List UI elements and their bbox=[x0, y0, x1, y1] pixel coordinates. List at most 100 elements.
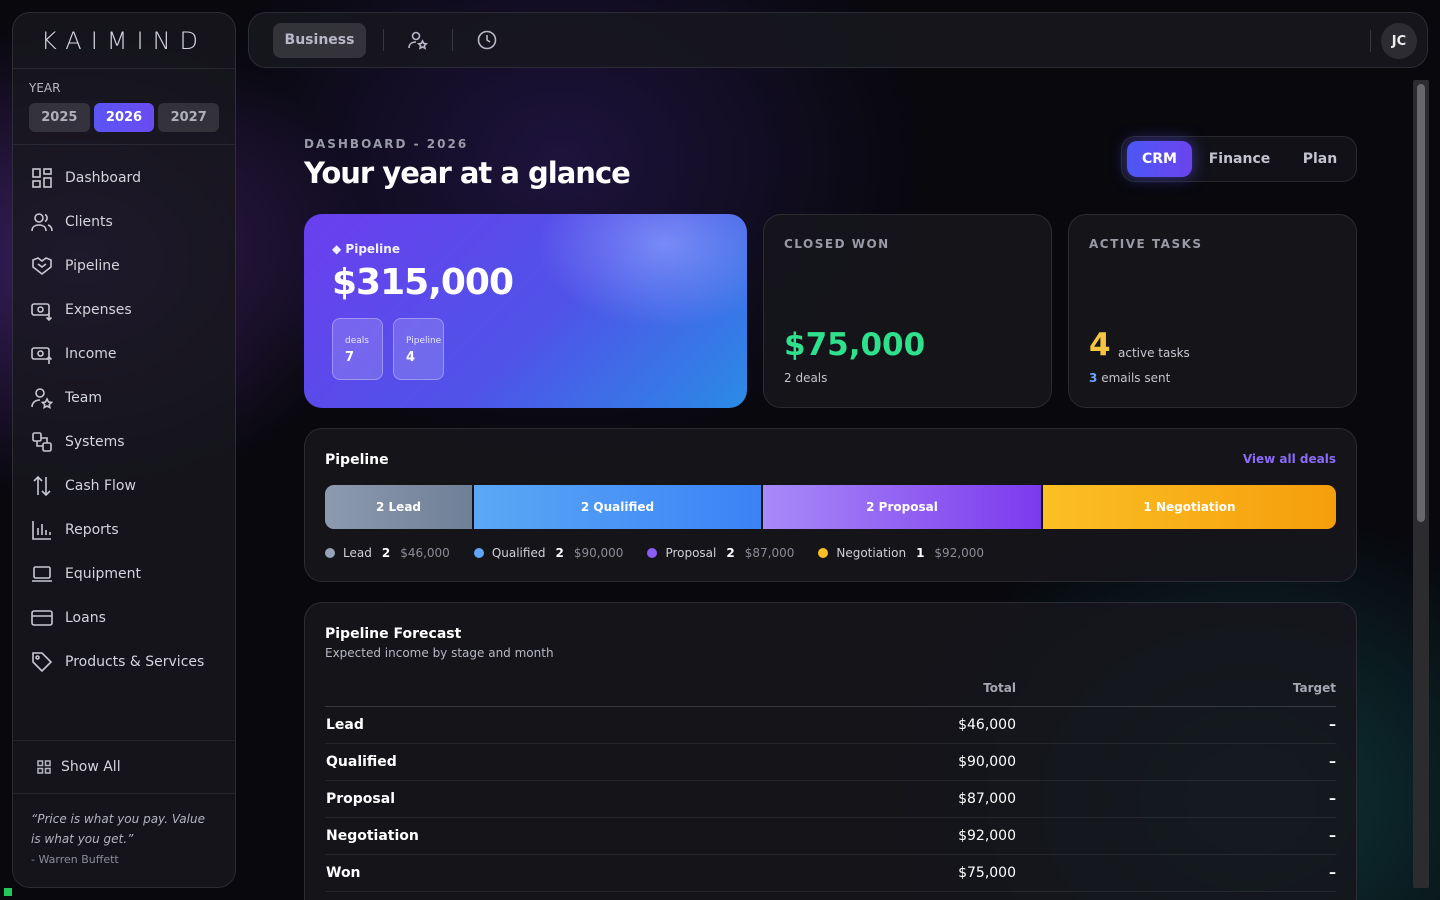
legend-amount: $87,000 bbox=[744, 546, 795, 560]
table-row[interactable]: Proposal $87,000– bbox=[325, 780, 1336, 818]
sidebar-item-team[interactable]: Team bbox=[13, 376, 235, 420]
legend-count: 1 bbox=[916, 546, 925, 560]
grid-icon bbox=[31, 167, 53, 189]
forecast-subtitle: Expected income by stage and month bbox=[325, 646, 554, 660]
column-header-target: Target bbox=[1016, 681, 1336, 707]
view-all-deals-link[interactable]: View all deals bbox=[1243, 452, 1336, 466]
scrollbar[interactable] bbox=[1413, 80, 1429, 888]
pipeline-stat-value: 4 bbox=[406, 350, 416, 365]
tab-plan[interactable]: Plan bbox=[1287, 141, 1353, 177]
sidebar-item-reports[interactable]: Reports bbox=[13, 508, 235, 552]
pipeline-panel: Pipeline View all deals 2 Lead 2 Qualifi… bbox=[304, 428, 1357, 582]
pipeline-card-label: ◆ Pipeline bbox=[332, 242, 400, 256]
sidebar: KAIMIND YEAR 2025 2026 2027 Dashboard Cl… bbox=[12, 12, 236, 888]
active-tasks-card[interactable]: ACTIVE TASKS 4 active tasks 3 emails sen… bbox=[1068, 214, 1357, 408]
cash-in-icon bbox=[31, 343, 53, 365]
stage-bar-proposal[interactable]: 2 Proposal bbox=[763, 485, 1041, 529]
sidebar-item-systems[interactable]: Systems bbox=[13, 420, 235, 464]
row-total: $46,000 bbox=[816, 706, 1016, 744]
sidebar-item-products-services[interactable]: Products & Services bbox=[13, 640, 235, 684]
row-stage: Proposal bbox=[325, 780, 816, 818]
divider bbox=[1370, 30, 1371, 52]
show-all-button[interactable]: Show All bbox=[13, 740, 235, 794]
stage-bar-qualified[interactable]: 2 Qualified bbox=[474, 485, 761, 529]
team-icon bbox=[31, 387, 53, 409]
user-star-icon[interactable] bbox=[401, 23, 435, 57]
row-stage: Lead bbox=[325, 706, 816, 744]
systems-icon bbox=[31, 431, 53, 453]
legend-name: Qualified bbox=[491, 546, 546, 560]
arrows-updown-icon bbox=[31, 475, 53, 497]
year-selector: YEAR 2025 2026 2027 bbox=[13, 69, 235, 145]
page-title: Your year at a glance bbox=[304, 156, 631, 190]
legend-name: Proposal bbox=[665, 546, 717, 560]
pipeline-card-value: $315,000 bbox=[332, 262, 514, 303]
pipeline-stat: Pipeline 4 bbox=[393, 318, 444, 380]
table-row[interactable]: Qualified $90,000– bbox=[325, 743, 1336, 781]
pipeline-forecast-panel: Pipeline Forecast Expected income by sta… bbox=[304, 602, 1357, 900]
emails-sent: 3 emails sent bbox=[1089, 371, 1170, 385]
closed-won-value: $75,000 bbox=[784, 327, 926, 363]
sidebar-item-pipeline[interactable]: Pipeline bbox=[13, 244, 235, 288]
sidebar-item-clients[interactable]: Clients bbox=[13, 200, 235, 244]
view-tabs: CRM Finance Plan bbox=[1121, 136, 1357, 182]
table-row[interactable]: Negotiation $92,000– bbox=[325, 817, 1336, 855]
divider bbox=[452, 29, 453, 51]
brand-name: KAIMIND bbox=[40, 26, 208, 55]
row-total: $92,000 bbox=[816, 817, 1016, 855]
table-row[interactable]: Lead $46,000– bbox=[325, 706, 1336, 744]
row-total: $87,000 bbox=[816, 780, 1016, 818]
credit-card-icon bbox=[31, 607, 53, 629]
row-stage: Qualified bbox=[325, 743, 816, 781]
page-eyebrow: DASHBOARD - 2026 bbox=[304, 137, 469, 151]
closed-won-card[interactable]: CLOSED WON $75,000 2 deals bbox=[763, 214, 1052, 408]
row-target: – bbox=[1016, 706, 1336, 744]
legend-amount: $46,000 bbox=[400, 546, 450, 560]
stage-bar-negotiation[interactable]: 1 Negotiation bbox=[1043, 485, 1336, 529]
emails-label: emails sent bbox=[1101, 371, 1171, 385]
year-2026-button[interactable]: 2026 bbox=[93, 103, 155, 132]
legend-dot bbox=[647, 548, 658, 558]
pipeline-value-card[interactable]: ◆ Pipeline $315,000 deals 7 Pipeline 4 bbox=[304, 214, 747, 408]
business-button[interactable]: Business bbox=[273, 22, 366, 58]
legend-name: Lead bbox=[343, 546, 372, 560]
sidebar-nav: Dashboard Clients Pipeline Expenses Inco… bbox=[13, 145, 235, 684]
stage-bar-lead[interactable]: 2 Lead bbox=[325, 485, 472, 529]
row-stage: Won bbox=[325, 854, 816, 892]
year-label: YEAR bbox=[29, 81, 61, 95]
tab-crm[interactable]: CRM bbox=[1127, 141, 1192, 177]
quote-text: “Price is what you pay. Value is what yo… bbox=[31, 812, 205, 846]
table-header: Total Target bbox=[325, 681, 1336, 707]
table-row[interactable]: Won $75,000– bbox=[325, 854, 1336, 892]
sidebar-item-expenses[interactable]: Expenses bbox=[13, 288, 235, 332]
avatar[interactable]: JC bbox=[1381, 23, 1417, 59]
sidebar-item-label: Clients bbox=[65, 214, 113, 230]
closed-won-deals: 2 deals bbox=[784, 371, 828, 385]
sidebar-item-equipment[interactable]: Equipment bbox=[13, 552, 235, 596]
tag-icon bbox=[31, 651, 53, 673]
deals-stat-label: deals bbox=[345, 336, 369, 346]
sidebar-item-income[interactable]: Income bbox=[13, 332, 235, 376]
sidebar-item-cash-flow[interactable]: Cash Flow bbox=[13, 464, 235, 508]
scrollbar-thumb[interactable] bbox=[1417, 84, 1425, 522]
active-tasks-value: 4 bbox=[1089, 327, 1111, 363]
sidebar-item-dashboard[interactable]: Dashboard bbox=[13, 156, 235, 200]
forecast-title: Pipeline Forecast bbox=[325, 626, 462, 642]
logo[interactable]: KAIMIND bbox=[13, 13, 235, 69]
sidebar-item-loans[interactable]: Loans bbox=[13, 596, 235, 640]
legend-item-lead: Lead 2 $46,000 bbox=[325, 546, 450, 560]
year-2027-button[interactable]: 2027 bbox=[158, 103, 220, 132]
clock-icon[interactable] bbox=[470, 23, 504, 57]
row-total: $90,000 bbox=[816, 743, 1016, 781]
year-2025-button[interactable]: 2025 bbox=[29, 103, 90, 132]
deals-stat-value: 7 bbox=[345, 350, 355, 365]
status-indicator bbox=[4, 888, 12, 896]
emails-count: 3 bbox=[1089, 371, 1098, 385]
sidebar-item-label: Dashboard bbox=[65, 170, 141, 186]
tab-finance[interactable]: Finance bbox=[1192, 141, 1287, 177]
row-stage: Negotiation bbox=[325, 817, 816, 855]
pipeline-legend: Lead 2 $46,000 Qualified 2 $90,000 Proposal 2… bbox=[325, 546, 1008, 560]
legend-count: 2 bbox=[726, 546, 735, 560]
pipeline-title: Pipeline bbox=[325, 452, 389, 468]
handshake-icon bbox=[31, 255, 53, 277]
